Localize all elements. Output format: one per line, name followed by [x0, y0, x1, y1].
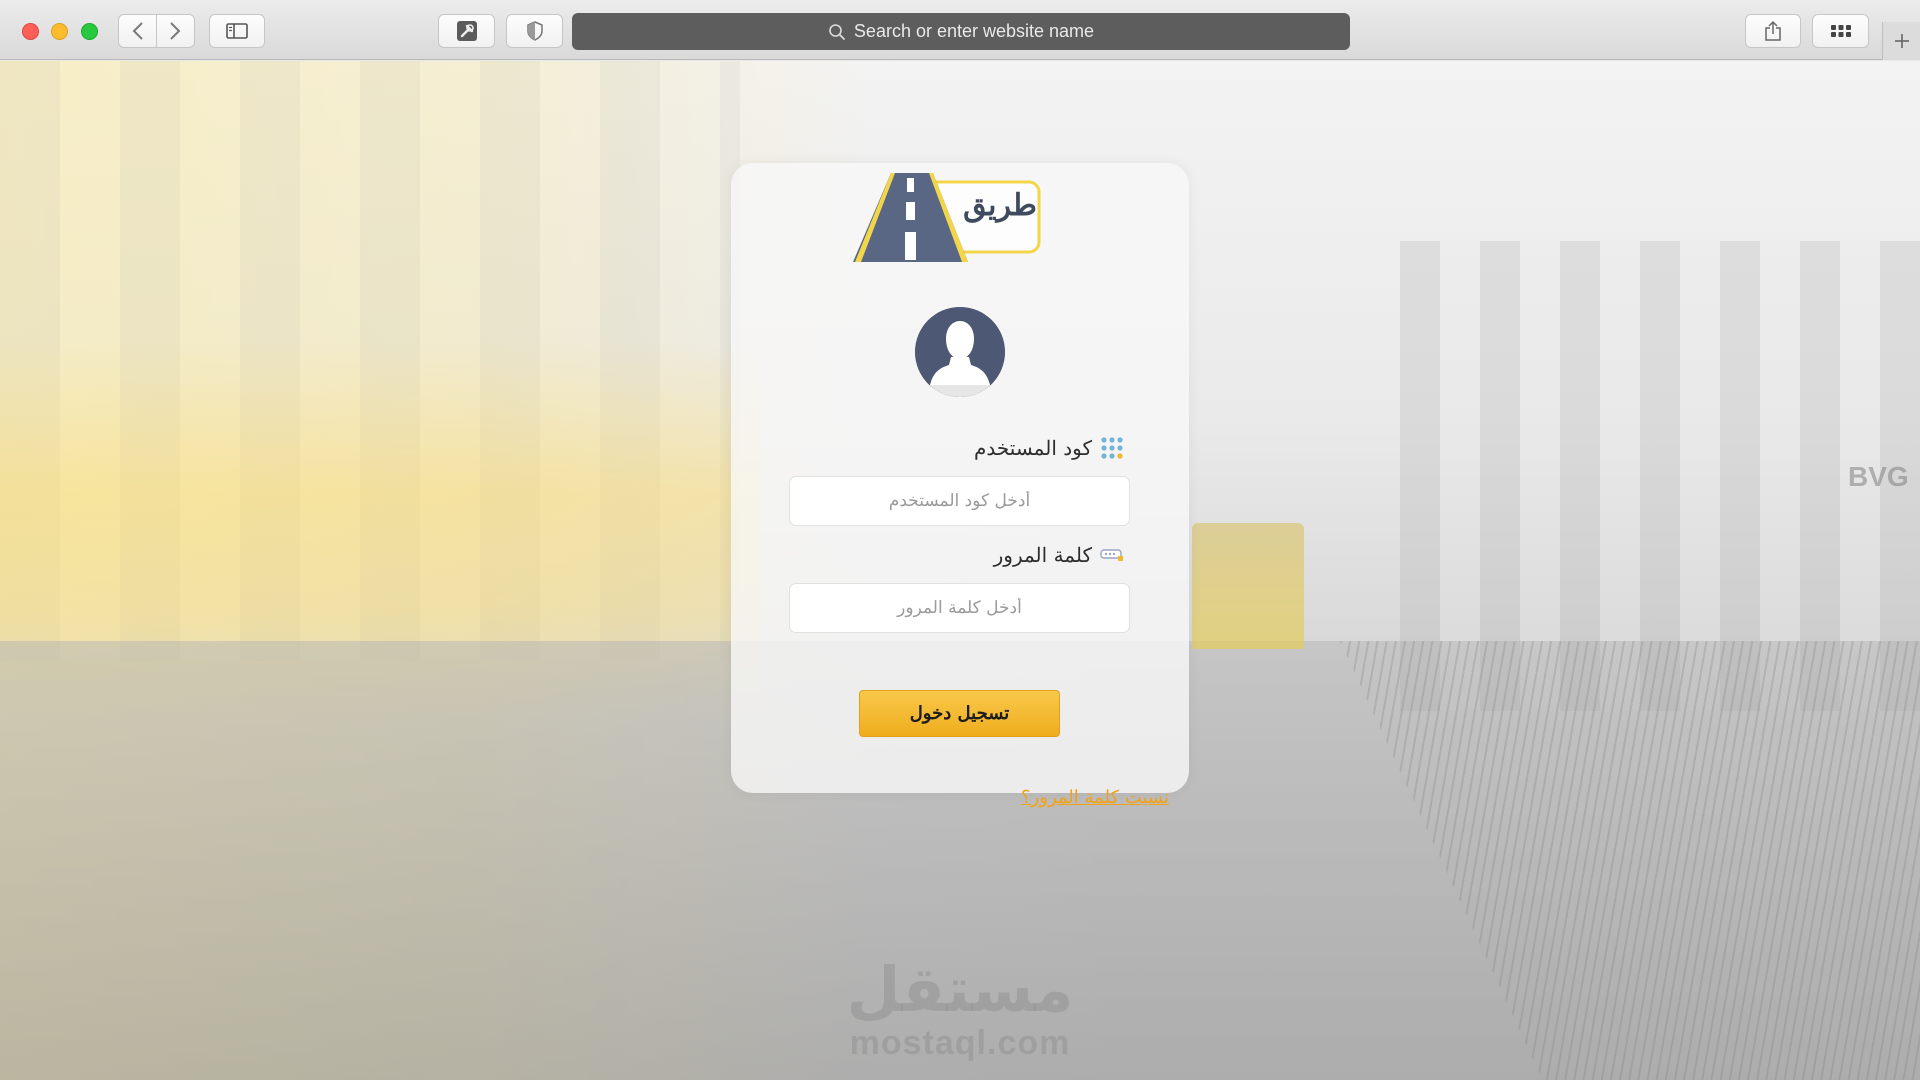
address-bar[interactable]: Search or enter website name	[572, 13, 1350, 50]
tool-icon	[456, 21, 477, 41]
avatar	[915, 307, 1005, 397]
fullscreen-window-button[interactable]	[81, 23, 98, 40]
forward-button[interactable]	[157, 15, 194, 47]
share-icon	[1765, 20, 1781, 41]
login-button[interactable]: تسجيل دخول	[859, 690, 1060, 737]
watermark-latin: mostaql.com	[849, 1024, 1071, 1062]
tab-overview-button[interactable]	[1812, 14, 1869, 48]
extension-tool-button[interactable]	[438, 14, 495, 48]
shield-icon	[526, 21, 543, 41]
browser-toolbar: Search or enter website name	[0, 0, 1920, 60]
navigation-buttons	[118, 14, 195, 48]
sidebar-button[interactable]	[209, 14, 265, 48]
back-button[interactable]	[119, 15, 156, 47]
sidebar-icon	[226, 23, 248, 39]
share-button[interactable]	[1745, 14, 1801, 48]
username-input[interactable]	[789, 476, 1130, 526]
watermark: مستقل mostaql.com	[830, 953, 1090, 1062]
username-label-group: كود المستخدم	[974, 436, 1124, 460]
new-tab-button[interactable]	[1882, 22, 1920, 60]
keypad-icon	[1101, 437, 1123, 459]
background-tram	[1192, 523, 1304, 649]
chevron-left-icon	[132, 22, 143, 40]
logo-text: طريق	[963, 188, 1037, 223]
watermark-arabic: مستقل	[846, 953, 1074, 1026]
user-avatar-icon	[915, 307, 1005, 397]
address-placeholder: Search or enter website name	[853, 21, 1095, 41]
password-input[interactable]	[789, 583, 1130, 633]
search-icon	[829, 23, 845, 40]
tab-overview-icon	[1830, 25, 1851, 37]
password-field-icon	[1100, 549, 1123, 561]
background-sign: BVG	[1848, 461, 1909, 492]
forgot-password-link[interactable]: نسيت كلمة المرور؟	[1021, 787, 1169, 808]
minimize-window-button[interactable]	[51, 23, 68, 40]
password-label-group: كلمة المرور	[994, 543, 1124, 567]
plus-icon	[1894, 34, 1909, 48]
password-label: كلمة المرور	[993, 543, 1092, 567]
privacy-report-button[interactable]	[506, 14, 563, 48]
username-label: كود المستخدم	[974, 436, 1092, 460]
close-window-button[interactable]	[22, 23, 39, 40]
chevron-right-icon	[170, 22, 181, 40]
